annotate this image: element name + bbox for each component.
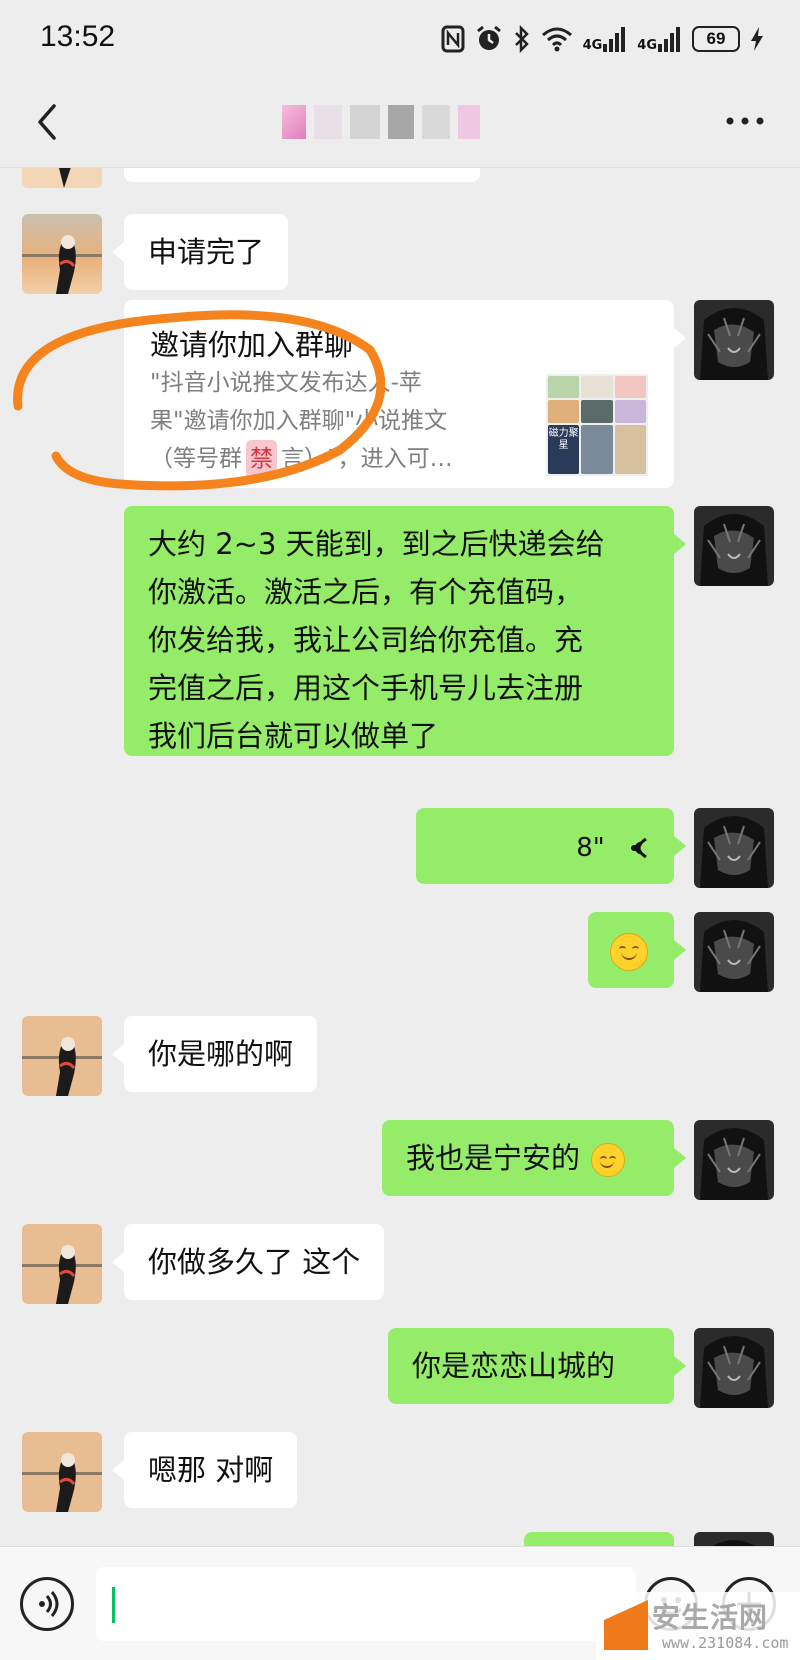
blurred-pixel [388,105,414,139]
my-avatar[interactable] [694,300,774,380]
blurred-pixel [458,105,480,139]
message-text: 你做多久了 这个 [148,1245,361,1279]
card-desc-text: （等号群 [150,446,242,472]
chat-message-list[interactable]: 申请完了 邀请你加入群聊 "抖音小说推文发布达人-苹 果"邀请你加入群聊"小说推… [0,168,800,1546]
watermark-logo [604,1600,648,1650]
message-text: 申请完了 [148,235,265,269]
wifi-icon [541,27,572,52]
blurred-pixel [350,105,380,139]
smile-emoji-icon [610,933,648,971]
message-bubble-partial [124,168,480,182]
card-title: 邀请你加入群聊 [150,328,354,362]
card-description: "抖音小说推文发布达人-苹 果"邀请你加入群聊"小说推文 （等号群禁言）"，进入… [150,364,500,478]
signal-icon [658,27,680,52]
message-bubble[interactable]: 我也是宁安的 [382,1120,686,1196]
status-icons: 4G 4G 69 [441,22,764,56]
contact-avatar[interactable] [22,1224,102,1304]
message-bubble-partial [524,1532,674,1546]
message-text: 你是恋恋山城的 [412,1349,616,1383]
my-avatar[interactable] [694,1328,774,1408]
message-bubble[interactable]: 申请完了 [111,214,289,290]
my-avatar[interactable] [694,506,774,586]
message-bubble[interactable]: 你是恋恋山城的 [388,1328,686,1404]
watermark-text: 安生活网 [652,1601,769,1634]
message-bubble[interactable]: 大约 2~3 天能到，到之后快递会给 你激活。激活之后，有个充值码， 你发给我，… [124,506,686,756]
smile-emoji-icon [591,1143,626,1177]
cellular-signal-2: 4G [637,26,682,52]
voice-duration: 8" [576,833,605,863]
voice-message-bubble[interactable]: 8" [416,808,686,884]
message-text-input[interactable] [96,1567,636,1641]
voice-input-icon[interactable] [20,1577,74,1631]
contact-avatar[interactable] [22,168,102,188]
status-time: 13:52 [40,20,116,53]
message-text-line: 你激活。激活之后，有个充值码， [148,575,584,609]
thumb-cell [614,376,646,399]
message-text: 嗯那 对啊 [148,1453,274,1487]
thumb-cell [581,400,613,423]
thumb-cell [581,376,613,399]
my-avatar[interactable] [694,1120,774,1200]
card-desc-line: "抖音小说推文发布达人-苹 [150,370,422,396]
message-text: 你是哪的啊 [148,1037,294,1071]
card-desc-line: （等号群禁言）"，进入可… [150,440,500,478]
signal-icon [603,27,626,52]
emoji-message-bubble[interactable] [588,912,686,988]
nfc-icon [441,25,465,53]
network-type-label: 4G [637,38,657,53]
text-cursor [112,1587,115,1623]
thumb-cell [581,424,613,474]
blurred-pixel [282,105,306,139]
thumb-cell [614,400,646,423]
my-avatar[interactable] [694,1532,774,1546]
ban-tag: 禁 [246,440,277,478]
contact-avatar[interactable] [22,214,102,294]
thumb-cell [548,400,580,423]
message-bubble[interactable]: 你是哪的啊 [111,1016,318,1092]
network-type-label: 4G [582,38,603,53]
message-text-line: 你发给我，我让公司给你充值。充 [148,623,584,657]
message-bubble[interactable]: 你做多久了 这个 [111,1224,385,1300]
voice-wave-icon [631,837,647,859]
blurred-pixel [422,105,450,139]
site-watermark: 安生活网 www.231084.com [596,1592,800,1660]
message-text-line: 我们后台就可以做单了 [148,719,439,753]
message-text-line: 完值之后，用这个手机号儿去注册 [148,671,584,705]
charging-icon [751,27,763,51]
message-bubble[interactable]: 嗯那 对啊 [111,1432,298,1508]
chat-title-blurred [282,102,502,142]
cellular-signal-1: 4G [583,26,628,52]
chevron-left-icon[interactable] [28,100,68,144]
my-avatar[interactable] [694,808,774,888]
blurred-pixel [314,105,342,139]
my-avatar[interactable] [694,912,774,992]
status-bar: 13:52 4G 4G 69 [0,0,800,78]
message-text: 我也是宁安的 [406,1141,581,1175]
contact-avatar[interactable] [22,1432,102,1512]
group-invite-card[interactable]: 邀请你加入群聊 "抖音小说推文发布达人-苹 果"邀请你加入群聊"小说推文 （等号… [124,300,686,488]
thumb-cell [614,424,646,474]
alarm-icon [476,25,501,50]
card-desc-line: 果"邀请你加入群聊"小说推文 [150,408,448,434]
thumb-label: 磁力聚星 [548,424,580,474]
contact-avatar[interactable] [22,1016,102,1096]
message-text-line: 大约 2~3 天能到，到之后快递会给 [148,527,605,561]
battery-icon: 69 [692,26,740,52]
watermark-url: www.231084.com [662,1634,789,1652]
more-dots-icon[interactable] [720,104,770,138]
thumb-cell [548,376,580,399]
chat-title-bar [0,78,800,168]
group-thumbnail: 磁力聚星 [546,374,648,476]
card-desc-text: 言）"，进入可… [281,446,453,472]
bluetooth-icon [514,25,529,53]
